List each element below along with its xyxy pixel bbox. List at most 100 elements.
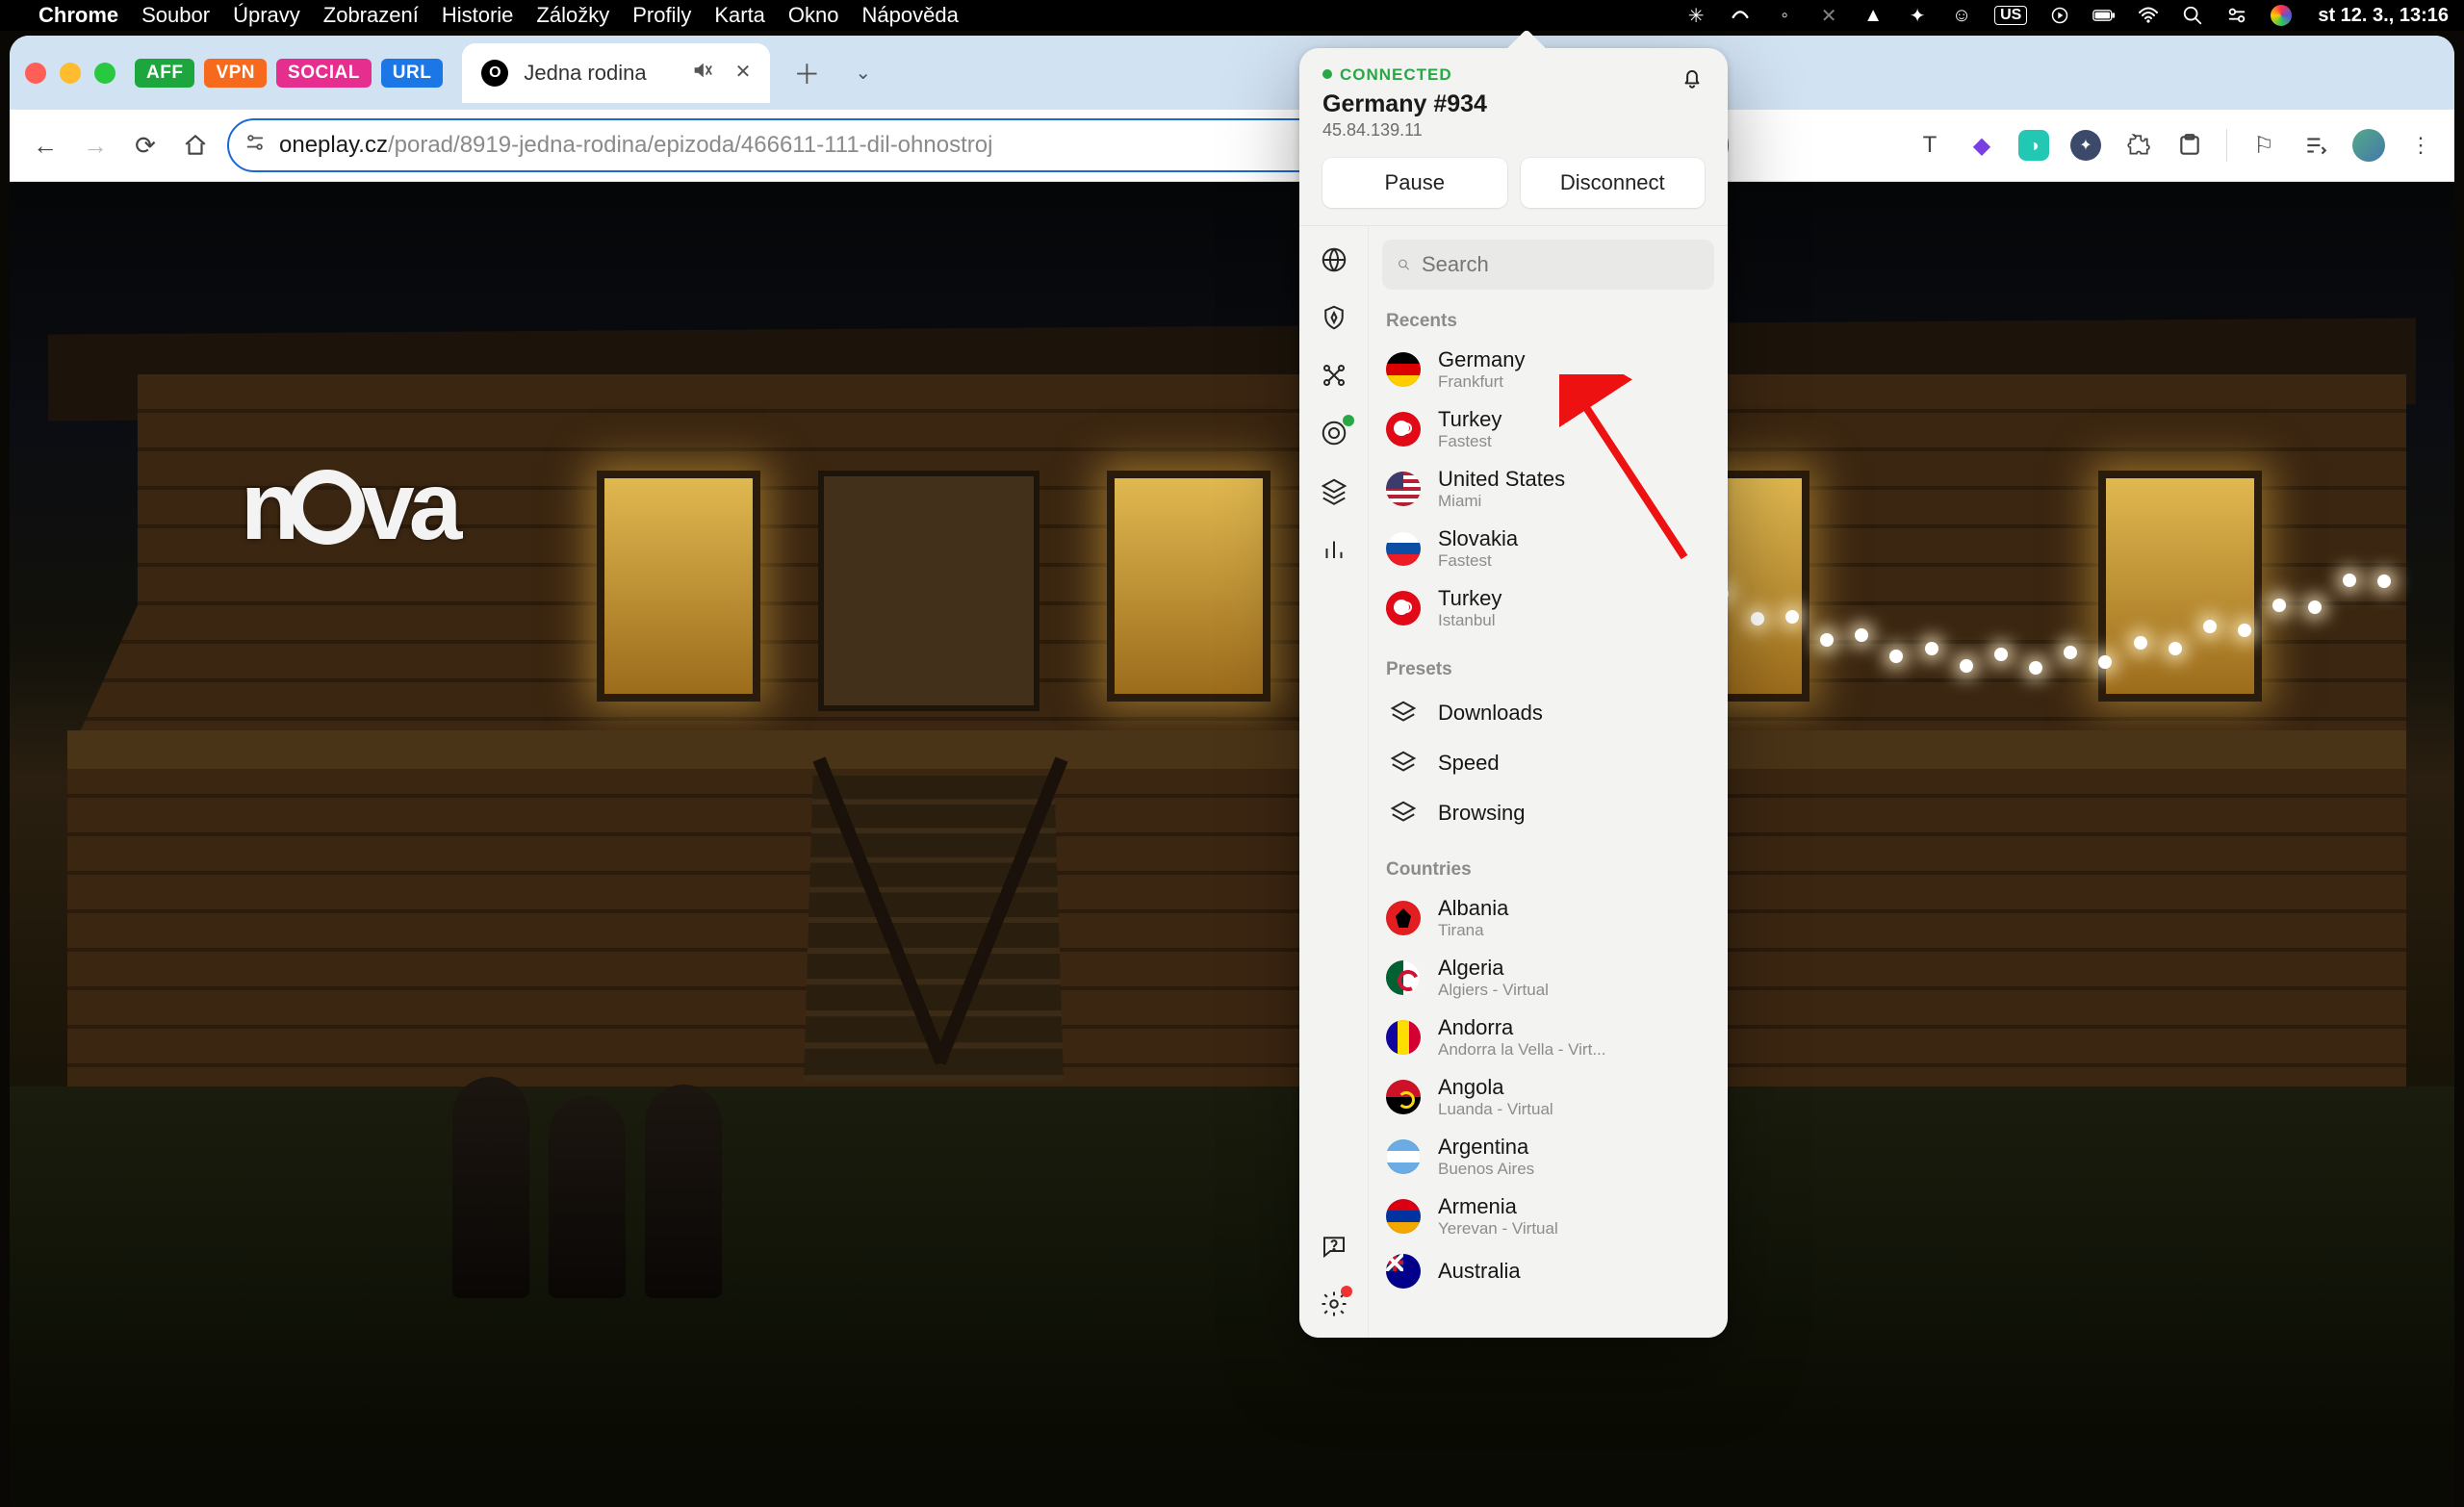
vpn-list-panel: Recents Germany Frankfurt Turkey Fastest… [1369, 226, 1728, 1338]
menu-soubor[interactable]: Soubor [141, 3, 210, 28]
preset-item[interactable]: Downloads [1382, 688, 1714, 738]
country-name: Andorra [1438, 1015, 1606, 1040]
chrome-menu-icon[interactable]: ⋮ [2406, 130, 2437, 161]
nav-forward-button[interactable]: → [77, 127, 114, 164]
country-item[interactable]: Algeria Algiers - Virtual [1382, 948, 1714, 1008]
menubar-clock[interactable]: st 12. 3., 13:16 [2318, 5, 2449, 27]
country-name: Armenia [1438, 1194, 1558, 1219]
country-item[interactable]: Andorra Andorra la Vella - Virt... [1382, 1008, 1714, 1067]
menubar-generic-icon-4[interactable]: ✦ [1906, 4, 1929, 27]
rail-help-icon[interactable] [1318, 1230, 1350, 1263]
preset-item[interactable]: Speed [1382, 738, 1714, 788]
menu-historie[interactable]: Historie [442, 3, 514, 28]
menu-okno[interactable]: Okno [788, 3, 839, 28]
menubar-bug-icon[interactable]: ✳ [1684, 4, 1707, 27]
menubar-wifi-icon[interactable] [2137, 4, 2160, 27]
ext-purple-icon[interactable]: ◆ [1966, 130, 1997, 161]
country-item[interactable]: Angola Luanda - Virtual [1382, 1067, 1714, 1127]
country-name: Argentina [1438, 1135, 1534, 1160]
active-tab[interactable]: O Jedna rodina ✕ [462, 43, 770, 103]
country-sub: Fastest [1438, 551, 1518, 571]
country-sub: Miami [1438, 492, 1565, 511]
nav-reload-button[interactable]: ⟳ [127, 127, 164, 164]
fullscreen-window-button[interactable] [94, 63, 116, 84]
new-tab-button[interactable]: ＋ [787, 54, 826, 92]
chrome-tabstrip: AFF VPN SOCIAL URL O Jedna rodina ✕ ＋ ⌄ [10, 36, 2454, 110]
rail-shield-icon[interactable] [1318, 301, 1350, 334]
menu-zalozky[interactable]: Záložky [536, 3, 609, 28]
tab-mute-icon[interactable] [691, 60, 712, 87]
ext-text-icon[interactable]: T [1914, 130, 1945, 161]
vpn-pause-button[interactable]: Pause [1322, 158, 1507, 208]
close-window-button[interactable] [25, 63, 46, 84]
recent-item[interactable]: Turkey Fastest [1382, 399, 1714, 459]
chrome-window: AFF VPN SOCIAL URL O Jedna rodina ✕ ＋ ⌄ … [10, 36, 2454, 1507]
menubar-app-name[interactable]: Chrome [38, 3, 118, 28]
country-item[interactable]: Armenia Yerevan - Virtual [1382, 1187, 1714, 1246]
recent-item[interactable]: Germany Frankfurt [1382, 340, 1714, 399]
tab-overflow-button[interactable]: ⌄ [855, 61, 871, 85]
rail-layers-icon[interactable] [1318, 474, 1350, 507]
country-item[interactable]: Australia [1382, 1246, 1714, 1296]
reading-list-icon[interactable] [2300, 130, 2331, 161]
site-settings-icon[interactable] [244, 132, 266, 159]
preset-item[interactable]: Browsing [1382, 788, 1714, 838]
rail-globe-icon[interactable] [1318, 243, 1350, 276]
ext-square-icon[interactable] [2174, 130, 2205, 161]
menubar-play-icon[interactable] [2048, 4, 2071, 27]
menubar-generic-icon-2[interactable]: ✕ [1817, 4, 1840, 27]
flag-icon [1386, 352, 1421, 387]
vpn-ip: 45.84.139.11 [1322, 120, 1487, 140]
nav-home-button[interactable] [177, 127, 214, 164]
rail-settings-icon[interactable] [1318, 1288, 1350, 1320]
menubar-input-source[interactable]: US [1994, 6, 2027, 25]
rail-stats-icon[interactable] [1318, 532, 1350, 565]
video-frame[interactable]: nva [10, 182, 2454, 1507]
notifications-icon[interactable] [1680, 65, 1705, 97]
country-item[interactable]: Albania Tirana [1382, 888, 1714, 948]
menubar-search-icon[interactable] [2181, 4, 2204, 27]
country-name: Australia [1438, 1259, 1521, 1284]
section-presets: Presets [1386, 659, 1710, 680]
flag-icon [1386, 472, 1421, 506]
section-recents: Recents [1386, 311, 1710, 332]
tabgroup-social[interactable]: SOCIAL [276, 59, 372, 88]
menu-upravy[interactable]: Úpravy [233, 3, 300, 28]
menubar-siri-icon[interactable] [2270, 4, 2293, 27]
menubar-vpn-icon[interactable] [1729, 4, 1752, 27]
menu-zobrazeni[interactable]: Zobrazení [323, 3, 419, 28]
tabgroup-url[interactable]: URL [381, 59, 444, 88]
menubar-control-center-icon[interactable] [2225, 4, 2248, 27]
menubar-generic-icon-3[interactable]: ▲ [1861, 4, 1885, 27]
flag-icon [1386, 531, 1421, 566]
tabgroup-vpn[interactable]: VPN [204, 59, 267, 88]
ext-teal-icon[interactable]: ◑ [2018, 130, 2049, 161]
recent-item[interactable]: United States Miami [1382, 459, 1714, 519]
ext-slate-icon[interactable]: ✦ [2070, 130, 2101, 161]
recent-item[interactable]: Slovakia Fastest [1382, 519, 1714, 578]
tabgroup-aff[interactable]: AFF [135, 59, 194, 88]
vpn-disconnect-button[interactable]: Disconnect [1521, 158, 1706, 208]
menubar-ghost-icon[interactable]: ☺ [1950, 4, 1973, 27]
minimize-window-button[interactable] [60, 63, 81, 84]
country-name: Turkey [1438, 586, 1502, 611]
country-item[interactable]: Argentina Buenos Aires [1382, 1127, 1714, 1187]
preset-name: Browsing [1438, 801, 1525, 826]
vpn-search[interactable] [1382, 240, 1714, 290]
flag-icon [1386, 901, 1421, 935]
menu-napoveda[interactable]: Nápověda [862, 3, 959, 28]
rail-mesh-icon[interactable] [1318, 359, 1350, 392]
rail-target-icon[interactable] [1318, 417, 1350, 449]
ext-flag-icon[interactable]: ⚐ [2248, 130, 2279, 161]
nav-back-button[interactable]: ← [27, 127, 64, 164]
vpn-search-input[interactable] [1422, 252, 1699, 277]
menu-profily[interactable]: Profily [632, 3, 691, 28]
profile-avatar[interactable] [2352, 129, 2385, 162]
menubar-generic-icon-1[interactable]: ◦ [1773, 4, 1796, 27]
menubar-battery-icon[interactable] [2092, 4, 2116, 27]
country-sub: Yerevan - Virtual [1438, 1219, 1558, 1239]
tab-close-icon[interactable]: ✕ [735, 60, 752, 87]
recent-item[interactable]: Turkey Istanbul [1382, 578, 1714, 638]
menu-karta[interactable]: Karta [714, 3, 765, 28]
extensions-puzzle-icon[interactable] [2122, 130, 2153, 161]
